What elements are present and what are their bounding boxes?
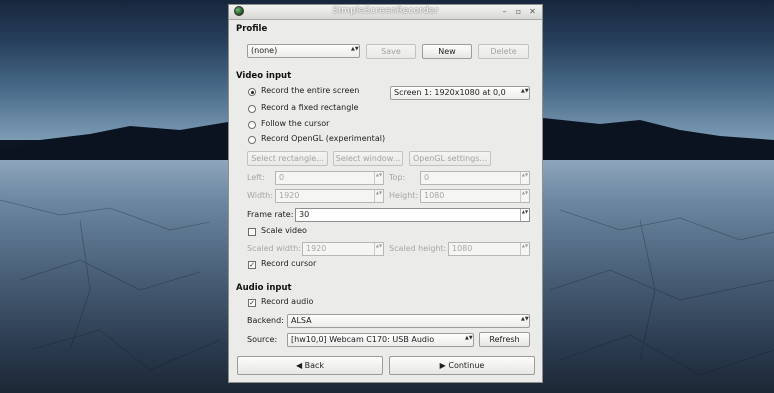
spin-arrows-icon[interactable]: ▲▼ — [520, 209, 529, 221]
video-input-heading: Video input — [236, 71, 292, 81]
top-input[interactable]: 0 ▲▼ — [420, 171, 530, 185]
spin-arrows-icon[interactable]: ▲▼ — [520, 190, 529, 202]
radio-follow-cursor-label: Follow the cursor — [261, 119, 330, 128]
frame-rate-value: 30 — [299, 210, 310, 219]
continue-button[interactable]: ▶ Continue — [389, 356, 535, 375]
audio-input-heading: Audio input — [236, 283, 292, 293]
profile-select-value: (none) — [251, 46, 278, 55]
left-input[interactable]: 0 ▲▼ — [275, 171, 384, 185]
width-input-value: 1920 — [279, 191, 300, 200]
radio-entire-screen-label: Record the entire screen — [261, 86, 360, 95]
radio-fixed-rectangle-label: Record a fixed rectangle — [261, 103, 359, 112]
screen-select[interactable]: Screen 1: 1920x1080 at 0,0 ▲▼ — [390, 86, 530, 100]
record-audio-checkbox[interactable]: ✓ — [248, 299, 256, 307]
continue-button-label: Continue — [448, 361, 485, 370]
profile-heading: Profile — [236, 24, 268, 34]
height-label: Height: — [389, 191, 419, 200]
maximize-button[interactable]: ▫ — [513, 6, 524, 17]
source-select[interactable]: [hw10,0] Webcam C170: USB Audio ▲▼ — [287, 333, 474, 347]
title-bar[interactable]: SimpleScreenRecorder – ▫ ✕ — [229, 5, 542, 20]
save-profile-button[interactable]: Save — [366, 44, 416, 59]
radio-follow-cursor[interactable] — [248, 121, 256, 129]
record-cursor-label: Record cursor — [261, 259, 317, 268]
height-input-value: 1080 — [424, 191, 445, 200]
scaled-width-input[interactable]: 1920 ▲▼ — [302, 242, 384, 256]
back-button[interactable]: ◀ Back — [237, 356, 383, 375]
back-arrow-icon: ◀ — [295, 361, 303, 370]
chevron-updown-icon: ▲▼ — [465, 335, 473, 341]
record-cursor-checkbox[interactable]: ✓ — [248, 261, 256, 269]
spin-arrows-icon[interactable]: ▲▼ — [374, 190, 383, 202]
top-input-value: 0 — [424, 173, 430, 182]
backend-select-value: ALSA — [291, 316, 312, 325]
main-window: SimpleScreenRecorder – ▫ ✕ Profile (none… — [228, 4, 543, 383]
window-title: SimpleScreenRecorder — [332, 6, 439, 16]
backend-label: Backend: — [247, 316, 284, 325]
opengl-settings-button[interactable]: OpenGL settings... — [409, 151, 491, 166]
radio-entire-screen[interactable] — [248, 88, 256, 96]
chevron-updown-icon: ▲▼ — [351, 46, 359, 52]
width-input[interactable]: 1920 ▲▼ — [275, 189, 384, 203]
delete-profile-button[interactable]: Delete — [478, 44, 529, 59]
select-window-button[interactable]: Select window... — [333, 151, 403, 166]
spin-arrows-icon[interactable]: ▲▼ — [374, 243, 383, 255]
spin-arrows-icon[interactable]: ▲▼ — [520, 172, 529, 184]
minimize-button[interactable]: – — [499, 6, 510, 17]
scaled-width-label: Scaled width: — [247, 244, 301, 253]
frame-rate-input[interactable]: 30 ▲▼ — [295, 208, 530, 222]
left-label: Left: — [247, 173, 265, 182]
continue-arrow-icon: ▶ — [439, 361, 446, 370]
scale-video-checkbox[interactable] — [248, 228, 256, 236]
width-label: Width: — [247, 191, 273, 200]
radio-fixed-rectangle[interactable] — [248, 105, 256, 113]
source-select-value: [hw10,0] Webcam C170: USB Audio — [291, 335, 435, 344]
height-input[interactable]: 1080 ▲▼ — [420, 189, 530, 203]
scaled-height-value: 1080 — [452, 244, 473, 253]
scaled-width-value: 1920 — [306, 244, 327, 253]
scaled-height-input[interactable]: 1080 ▲▼ — [448, 242, 530, 256]
screen-select-value: Screen 1: 1920x1080 at 0,0 — [394, 88, 506, 97]
scale-video-label: Scale video — [261, 226, 307, 235]
checkmark-icon: ✓ — [249, 261, 255, 269]
refresh-button[interactable]: Refresh — [479, 332, 530, 347]
radio-opengl-label: Record OpenGL (experimental) — [261, 134, 386, 143]
chevron-updown-icon: ▲▼ — [521, 88, 529, 94]
checkmark-icon: ✓ — [249, 299, 255, 307]
spin-arrows-icon[interactable]: ▲▼ — [374, 172, 383, 184]
profile-select[interactable]: (none) ▲▼ — [247, 44, 360, 58]
record-audio-label: Record audio — [261, 297, 314, 306]
chevron-updown-icon: ▲▼ — [521, 316, 529, 322]
left-input-value: 0 — [279, 173, 285, 182]
settings-panel: Profile (none) ▲▼ Save New Delete Video … — [236, 19, 535, 382]
scaled-height-label: Scaled height: — [389, 244, 447, 253]
frame-rate-label: Frame rate: — [247, 210, 294, 219]
back-button-label: Back — [304, 361, 325, 370]
top-label: Top: — [389, 173, 406, 182]
close-button[interactable]: ✕ — [527, 6, 538, 17]
select-rectangle-button[interactable]: Select rectangle... — [247, 151, 328, 166]
source-label: Source: — [247, 335, 278, 344]
backend-select[interactable]: ALSA ▲▼ — [287, 314, 530, 328]
radio-opengl[interactable] — [248, 136, 256, 144]
spin-arrows-icon[interactable]: ▲▼ — [520, 243, 529, 255]
new-profile-button[interactable]: New — [422, 44, 472, 59]
